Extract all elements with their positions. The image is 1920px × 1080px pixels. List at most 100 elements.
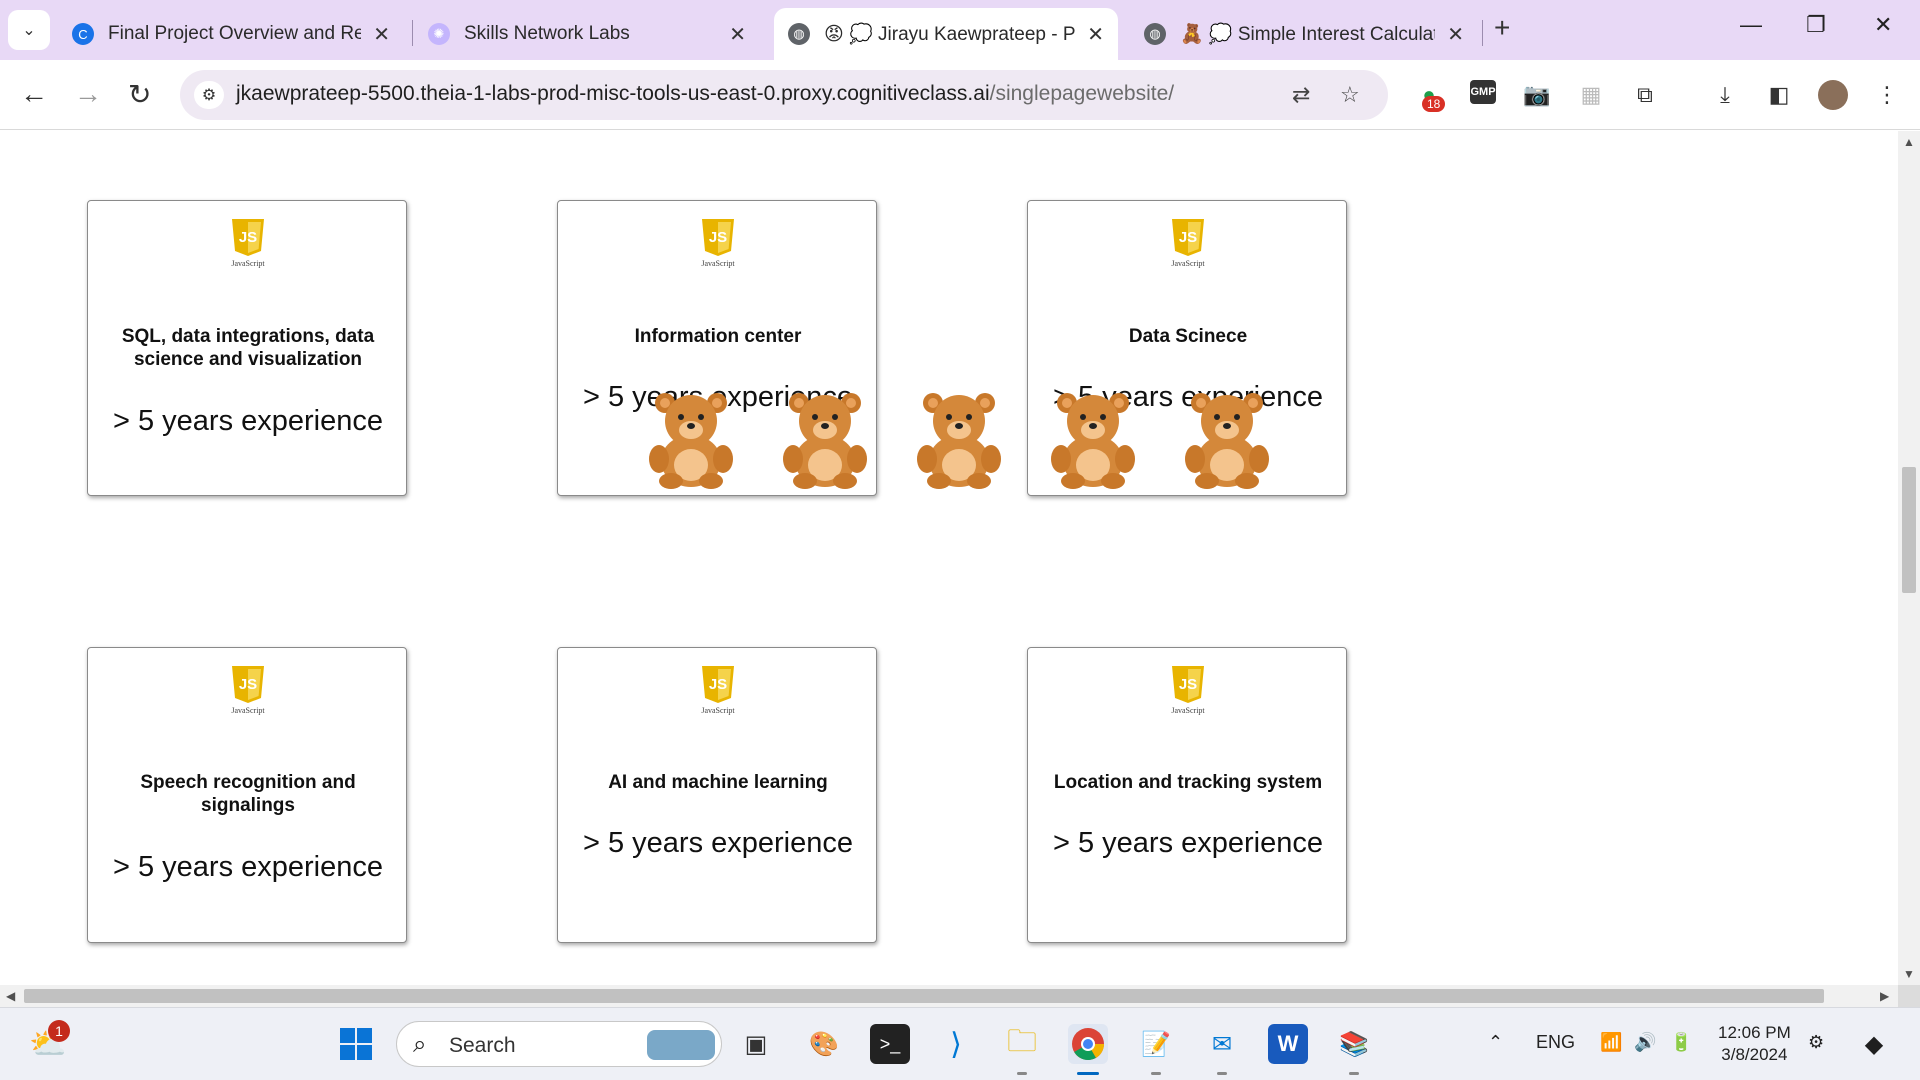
terminal-icon[interactable]: >_ <box>870 1024 910 1064</box>
battery-icon[interactable]: 🔋 <box>1670 1032 1692 1053</box>
globe-icon: ◍ <box>788 23 810 45</box>
horizontal-scroll-thumb[interactable] <box>24 989 1824 1003</box>
forward-icon[interactable]: → <box>74 78 102 110</box>
svg-text:JS: JS <box>239 229 257 246</box>
scroll-right-icon[interactable]: ▶ <box>1880 989 1889 1003</box>
menu-kebab-icon[interactable]: ⋮ <box>1872 80 1902 110</box>
search-highlight-art <box>647 1030 715 1060</box>
card-experience: > 5 years experience <box>1052 827 1324 859</box>
language-indicator[interactable]: ENG <box>1536 1032 1575 1053</box>
download-icon[interactable]: ⤓ <box>1710 80 1740 110</box>
close-icon[interactable]: ✕ <box>729 22 746 47</box>
skill-card: JS JavaScript Location and tracking syst… <box>1027 647 1347 943</box>
chevron-up-icon[interactable]: ⌃ <box>1488 1032 1503 1053</box>
svg-text:JS: JS <box>1179 229 1197 246</box>
site-settings-icon[interactable]: ⚙ <box>194 81 224 109</box>
clock-date: 3/8/2024 <box>1721 1045 1788 1064</box>
translate-icon[interactable]: ⇄ <box>1292 82 1310 108</box>
chrome-icon[interactable] <box>1068 1024 1108 1064</box>
word-icon[interactable]: W <box>1268 1024 1308 1064</box>
running-indicator <box>1151 1072 1161 1075</box>
restore-icon[interactable]: ❐ <box>1806 12 1826 38</box>
javascript-logo-icon: JS <box>702 666 734 703</box>
outlook-icon[interactable]: ✉ <box>1202 1024 1242 1064</box>
close-icon[interactable]: ✕ <box>1447 22 1464 47</box>
address-bar[interactable]: ⚙ jkaewprateep-5500.theia-1-labs-prod-mi… <box>180 70 1388 120</box>
coursera-icon: C <box>72 23 94 45</box>
javascript-logo-icon: JS <box>1172 219 1204 256</box>
tab-jirayu-portfolio[interactable]: ◍ 😡 💭 Jirayu Kaewprateep - Por ✕ <box>774 8 1118 60</box>
paint-icon[interactable]: 🎨 <box>804 1024 844 1064</box>
svg-text:JS: JS <box>709 229 727 246</box>
logo-caption: JavaScript <box>231 259 265 268</box>
tab-title: Final Project Overview and Revi <box>108 23 362 44</box>
minimize-icon[interactable]: — <box>1740 12 1762 38</box>
scroll-left-icon[interactable]: ◀ <box>6 989 15 1003</box>
running-indicator <box>1017 1072 1027 1075</box>
logo-caption: JavaScript <box>701 259 735 268</box>
running-indicator <box>1349 1072 1359 1075</box>
task-view-icon[interactable]: ▣ <box>736 1024 776 1064</box>
horizontal-scrollbar[interactable]: ◀ ▶ <box>0 985 1898 1007</box>
back-icon[interactable]: ← <box>20 78 48 110</box>
winrar-icon[interactable]: 📚 <box>1334 1024 1374 1064</box>
volume-icon[interactable]: 🔊 <box>1634 1032 1656 1053</box>
card-title: SQL, data integrations, data science and… <box>121 326 375 370</box>
notification-badge: 1 <box>48 1020 70 1042</box>
camera-extension-icon[interactable]: 📷 <box>1522 80 1552 110</box>
tab-simple-interest[interactable]: ◍ 🧸 💭 Simple Interest Calculato ✕ <box>1130 8 1478 60</box>
teddy-bear-icon <box>783 393 867 489</box>
taskbar-search[interactable]: ⌕ Search <box>396 1021 722 1067</box>
chevron-down-icon: ⌄ <box>22 22 36 39</box>
javascript-logo-icon: JS <box>232 666 264 703</box>
tab-skills-network[interactable]: ✺ Skills Network Labs ✕ <box>414 8 760 60</box>
url-text[interactable]: jkaewprateep-5500.theia-1-labs-prod-misc… <box>236 82 1174 106</box>
reload-icon[interactable]: ↻ <box>128 78 151 111</box>
vscode-icon[interactable]: ⟩ <box>936 1024 976 1064</box>
javascript-logo-icon: JS <box>1172 666 1204 703</box>
scroll-up-icon[interactable]: ▲ <box>1903 135 1915 149</box>
tab-search-button[interactable]: ⌄ <box>8 10 50 50</box>
file-explorer-icon[interactable]: 🗀 <box>1002 1024 1042 1064</box>
card-experience: > 5 years experience <box>582 827 854 859</box>
javascript-logo-icon: JS <box>232 219 264 256</box>
windows-start-icon[interactable] <box>336 1024 376 1064</box>
extension-badge: 18 <box>1422 96 1446 112</box>
card-title: AI and machine learning <box>608 772 828 793</box>
skill-card: JS JavaScript AI and machine learning > … <box>557 647 877 943</box>
gmp-extension-icon[interactable]: GMP <box>1470 80 1496 104</box>
close-window-icon[interactable]: ✕ <box>1874 12 1892 38</box>
logo-caption: JavaScript <box>701 706 735 715</box>
scroll-down-icon[interactable]: ▼ <box>1903 967 1915 981</box>
vertical-scrollbar[interactable]: ▲ ▼ <box>1898 131 1920 985</box>
search-placeholder: Search <box>449 1034 516 1057</box>
bookmark-star-icon[interactable]: ☆ <box>1340 82 1360 108</box>
extensions-puzzle-icon[interactable]: ⧉ <box>1630 80 1660 110</box>
close-icon[interactable]: ✕ <box>373 22 390 47</box>
globe-icon: ◍ <box>1144 23 1166 45</box>
logo-caption: JavaScript <box>1171 706 1205 715</box>
profile-avatar[interactable] <box>1818 80 1848 110</box>
tab-final-project[interactable]: C Final Project Overview and Revi ✕ <box>58 8 404 60</box>
system-clock[interactable]: 12:06 PM 3/8/2024 <box>1718 1022 1791 1066</box>
copilot-icon[interactable]: ◆ <box>1854 1024 1894 1064</box>
page-content: JS JavaScript SQL, data integrations, da… <box>0 131 1898 985</box>
side-panel-icon[interactable]: ◧ <box>1764 80 1794 110</box>
card-title: Information center <box>634 326 802 347</box>
new-tab-button[interactable]: + <box>1494 12 1510 44</box>
skill-card: JS JavaScript Speech recognition and sig… <box>87 647 407 943</box>
wifi-icon[interactable]: 📶 <box>1600 1032 1622 1053</box>
card-title: Speech recognition and signalings <box>140 772 356 816</box>
clock-time: 12:06 PM <box>1718 1023 1791 1042</box>
tab-strip: ⌄ C Final Project Overview and Revi ✕ ✺ … <box>0 0 1920 60</box>
grid-extension-icon[interactable]: ▦ <box>1576 80 1606 110</box>
card-experience: > 5 years experience <box>112 851 384 883</box>
card-title: Location and tracking system <box>1053 772 1323 793</box>
vertical-scroll-thumb[interactable] <box>1902 467 1916 593</box>
logo-caption: JavaScript <box>1171 259 1205 268</box>
close-icon[interactable]: ✕ <box>1087 22 1104 47</box>
notepad-icon[interactable]: 📝 <box>1136 1024 1176 1064</box>
teddy-bear-icon <box>649 393 733 489</box>
focus-assist-icon[interactable]: ⚙ <box>1808 1032 1824 1053</box>
logo-caption: JavaScript <box>231 706 265 715</box>
